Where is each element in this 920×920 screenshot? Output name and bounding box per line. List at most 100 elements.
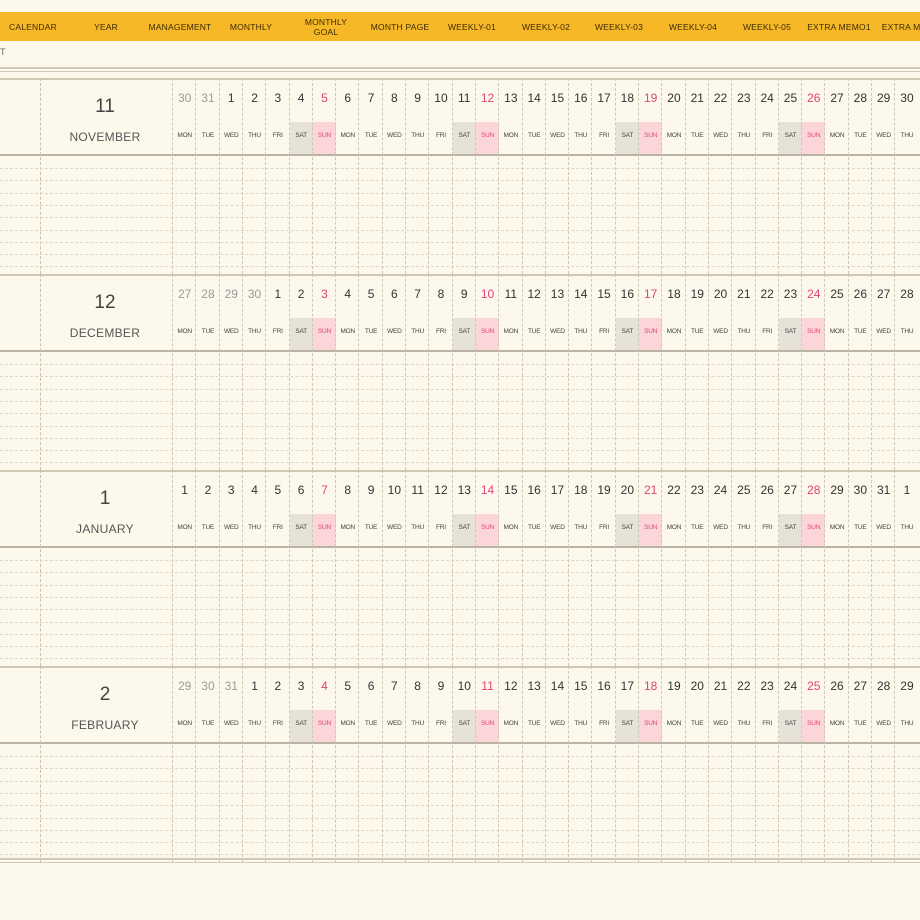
day-cell[interactable]: 9 TUE (358, 470, 382, 666)
tab-extra-me[interactable]: EXTRA ME (874, 12, 920, 41)
day-cell[interactable]: 7 SUN (311, 470, 337, 666)
day-cell[interactable]: 3 WED (218, 470, 243, 666)
day-cell[interactable]: 25 THU (731, 470, 755, 666)
day-cell[interactable]: 18 THU (568, 470, 592, 666)
day-cell[interactable]: 6 MON (335, 78, 359, 274)
day-cell[interactable]: 24 WED (707, 470, 732, 666)
day-cell[interactable]: 27 MON (172, 274, 196, 470)
day-cell[interactable]: 6 TUE (358, 666, 382, 862)
day-cell[interactable]: 24 SAT (777, 666, 803, 862)
day-cell[interactable]: 4 SUN (311, 666, 337, 862)
day-cell[interactable]: 7 THU (405, 274, 429, 470)
day-cell[interactable]: 9 FRI (428, 666, 452, 862)
tab-weekly-03[interactable]: WEEKLY-03 (582, 12, 656, 41)
day-cell[interactable]: 20 MON (661, 78, 685, 274)
day-cell[interactable]: 28 SUN (801, 470, 826, 666)
day-cell[interactable]: 11 SAT (451, 78, 476, 274)
day-cell[interactable]: 24 SUN (801, 274, 826, 470)
day-cell[interactable]: 22 FRI (754, 274, 779, 470)
day-cell[interactable]: 22 MON (661, 470, 685, 666)
day-cell[interactable]: 27 SAT (777, 470, 803, 666)
day-cell[interactable]: 27 MON (824, 78, 848, 274)
day-cell[interactable]: 1 THU (894, 470, 918, 666)
day-cell[interactable]: 29 MON (824, 470, 848, 666)
tab-year[interactable]: YEAR (74, 12, 138, 41)
day-cell[interactable]: 28 TUE (195, 274, 219, 470)
day-cell[interactable]: 4 SAT (288, 78, 313, 274)
day-cell[interactable]: 28 WED (871, 666, 895, 862)
day-cell[interactable]: 8 WED (381, 78, 406, 274)
day-cell[interactable]: 28 THU (894, 274, 918, 470)
day-cell[interactable]: 23 TUE (684, 470, 709, 666)
day-cell[interactable]: 23 SAT (777, 274, 803, 470)
day-cell[interactable]: 27 TUE (847, 666, 872, 862)
day-cell[interactable]: 11 THU (405, 470, 429, 666)
day-cell[interactable]: 11 MON (498, 274, 522, 470)
day-cell[interactable]: 14 SUN (474, 470, 500, 666)
day-cell[interactable]: 15 FRI (591, 274, 615, 470)
day-cell[interactable]: 20 TUE (684, 666, 709, 862)
day-cell[interactable]: 19 SUN (638, 78, 663, 274)
day-cell[interactable]: 2 THU (241, 78, 266, 274)
day-cell[interactable]: 22 THU (731, 666, 755, 862)
day-cell[interactable]: 13 TUE (521, 666, 546, 862)
day-cell[interactable]: 13 WED (544, 274, 569, 470)
day-cell[interactable]: 17 SAT (614, 666, 639, 862)
day-cell[interactable]: 8 MON (335, 470, 359, 666)
day-cell[interactable]: 25 SUN (801, 666, 826, 862)
day-cell[interactable]: 17 WED (544, 470, 569, 666)
tab-monthly[interactable]: MONTHLY (220, 12, 282, 41)
tab-weekly-01[interactable]: WEEKLY-01 (436, 12, 508, 41)
day-cell[interactable]: 31 WED (218, 666, 243, 862)
day-cell[interactable]: 30 TUE (195, 666, 219, 862)
day-cell[interactable]: 1 WED (218, 78, 243, 274)
tab-extra-memo1[interactable]: EXTRA MEMO1 (804, 12, 874, 41)
day-cell[interactable]: 13 MON (498, 78, 522, 274)
day-cell[interactable]: 4 THU (241, 470, 266, 666)
day-cell[interactable]: 8 FRI (428, 274, 452, 470)
day-cell[interactable]: 16 SAT (614, 274, 639, 470)
day-cell[interactable]: 21 WED (707, 666, 732, 862)
day-cell[interactable]: 21 TUE (684, 78, 709, 274)
day-cell[interactable]: 26 FRI (754, 470, 779, 666)
day-cell[interactable]: 28 TUE (847, 78, 872, 274)
tab-weekly-04[interactable]: WEEKLY-04 (656, 12, 730, 41)
day-cell[interactable]: 6 SAT (288, 470, 313, 666)
tab-weekly-05[interactable]: WEEKLY-05 (730, 12, 804, 41)
day-cell[interactable]: 9 SAT (451, 274, 476, 470)
day-cell[interactable]: 30 THU (241, 274, 266, 470)
day-cell[interactable]: 2 SAT (288, 274, 313, 470)
day-cell[interactable]: 13 SAT (451, 470, 476, 666)
day-cell[interactable]: 16 THU (568, 78, 592, 274)
day-cell[interactable]: 12 FRI (428, 470, 452, 666)
day-cell[interactable]: 10 FRI (428, 78, 452, 274)
day-cell[interactable]: 9 THU (405, 78, 429, 274)
day-cell[interactable]: 27 WED (871, 274, 895, 470)
day-cell[interactable]: 6 WED (381, 274, 406, 470)
day-cell[interactable]: 11 SUN (474, 666, 500, 862)
day-cell[interactable]: 23 THU (731, 78, 755, 274)
day-cell[interactable]: 29 WED (871, 78, 895, 274)
day-cell[interactable]: 29 THU (894, 666, 918, 862)
tab-management[interactable]: MANAGEMENT (140, 12, 220, 41)
day-cell[interactable]: 18 MON (661, 274, 685, 470)
day-cell[interactable]: 10 SUN (474, 274, 500, 470)
day-cell[interactable]: 29 MON (172, 666, 196, 862)
day-cell[interactable]: 10 SAT (451, 666, 476, 862)
tab-month-page[interactable]: MONTH PAGE (364, 12, 436, 41)
day-cell[interactable]: 10 WED (381, 470, 406, 666)
tab-weekly-02[interactable]: WEEKLY-02 (508, 12, 584, 41)
day-cell[interactable]: 5 SUN (311, 78, 337, 274)
day-cell[interactable]: 4 MON (335, 274, 359, 470)
day-cell[interactable]: 7 TUE (358, 78, 382, 274)
day-cell[interactable]: 19 MON (661, 666, 685, 862)
day-cell[interactable]: 25 SAT (777, 78, 803, 274)
day-cell[interactable]: 25 MON (824, 274, 848, 470)
day-cell[interactable]: 3 FRI (265, 78, 289, 274)
day-cell[interactable]: 1 MON (172, 470, 196, 666)
day-cell[interactable]: 14 THU (568, 274, 592, 470)
day-cell[interactable]: 26 MON (824, 666, 848, 862)
day-cell[interactable]: 30 TUE (847, 470, 872, 666)
day-cell[interactable]: 12 MON (498, 666, 522, 862)
day-cell[interactable]: 17 FRI (591, 78, 615, 274)
